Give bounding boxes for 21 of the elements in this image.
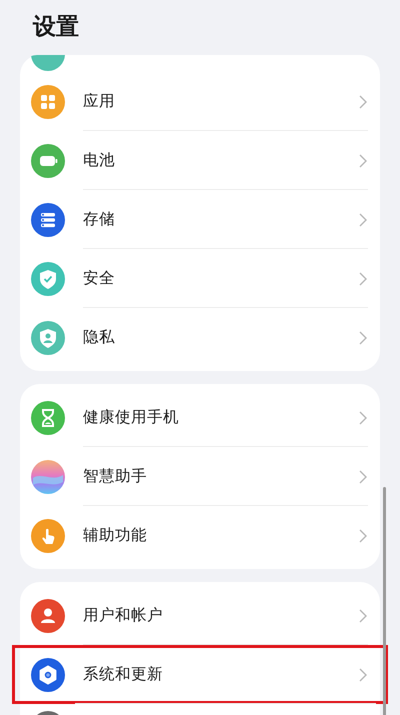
settings-item[interactable]: 用户和帐户 [20,586,380,645]
item-label: 存储 [83,208,116,230]
item-label: 电池 [83,150,116,171]
page-title: 设置 [32,13,80,42]
settings-item[interactable]: 存储 [20,190,380,249]
settings-item[interactable]: 电池 [20,131,380,190]
item-label: 用户和帐户 [83,604,164,626]
settings-item[interactable]: 系统和更新 [12,645,388,704]
item-label: 智慧助手 [83,466,148,487]
settings-item[interactable]: 健康使用手机 [20,388,380,447]
item-label: 健康使用手机 [83,406,180,428]
item-label: 安全 [83,268,116,289]
item-label: 应用 [83,90,116,112]
item-label: 隐私 [83,326,116,348]
item-label: 辅助功能 [83,524,148,546]
settings-item[interactable]: 应用 [20,72,380,131]
item-label: 系统和更新 [83,664,164,685]
settings-item[interactable]: 智慧助手 [20,447,380,506]
settings-item[interactable]: 辅助功能 [20,506,380,565]
settings-item[interactable]: 安全 [20,249,380,308]
settings-item[interactable]: 隐私 [20,308,380,367]
